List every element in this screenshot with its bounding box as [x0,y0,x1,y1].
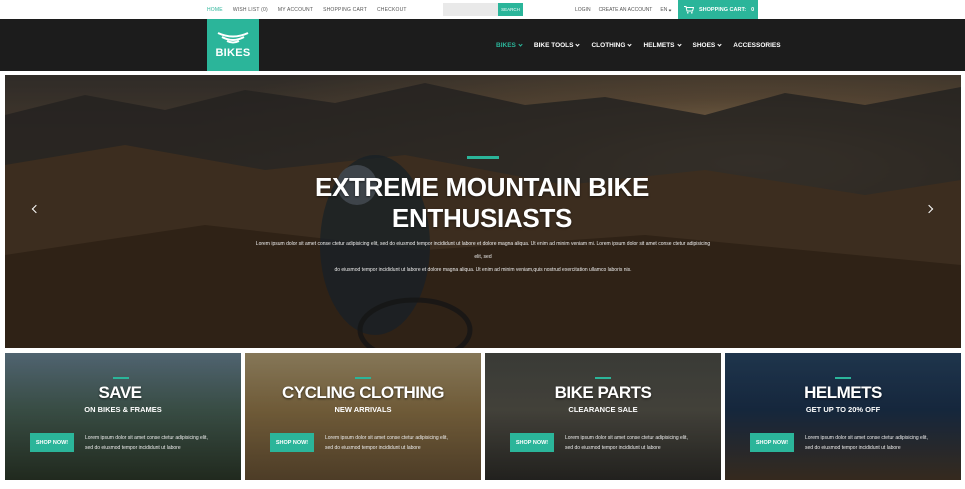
create-account-link[interactable]: CREATE AN ACCOUNT [599,7,653,13]
banner-description: Lorem ipsum dolor sit amet conse ctetur … [85,433,215,453]
banner-desc-line1: Lorem ipsum dolor sit amet conse ctetur … [565,435,688,441]
login-link[interactable]: LOGIN [575,7,591,13]
banner-title: BIKE PARTS [554,383,652,402]
cart-count: 0 [751,6,755,13]
search-form: SEARCH [443,3,523,16]
chevron-down-icon [575,41,581,47]
top-links: HOME WISH LIST (0) MY ACCOUNT SHOPPING C… [207,0,407,19]
nav-clothing[interactable]: CLOTHING [591,41,633,49]
nav-bikes[interactable]: BIKES [496,41,523,49]
banner-cycling-clothing[interactable]: CYCLING CLOTHING NEW ARRIVALS SHOP NOW! … [245,353,481,480]
banner-desc-line2: sed do eiusmod tempor incididunt ut labo… [565,445,661,451]
banner-overlay [245,353,481,480]
search-button[interactable]: SEARCH [498,3,523,16]
hero-desc-line2: do eiusmod tempor incididunt ut labore e… [334,267,632,273]
logo[interactable]: BIKES [207,19,259,71]
shop-now-button[interactable]: SHOP NOW! [270,433,314,452]
banner-overlay [485,353,721,480]
logo-text: BIKES [215,47,251,59]
page: HOME WISH LIST (0) MY ACCOUNT SHOPPING C… [0,0,965,489]
shopping-cart-button[interactable]: SHOPPING CART: 0 [678,0,758,19]
hero-desc-line1: Lorem ipsum dolor sit amet conse ctetur … [255,241,711,260]
nav-label: SHOES [692,41,716,49]
shop-now-button[interactable]: SHOP NOW! [30,433,74,452]
shopping-cart-icon [684,5,694,14]
banner-accent-line [113,377,129,379]
nav-label: BIKE TOOLS [533,41,574,49]
banner-title: CYCLING CLOTHING [282,383,445,402]
banner-accent-line [595,377,611,379]
banner-accent-line [835,377,851,379]
hero-slider: EXTREME MOUNTAIN BIKE ENTHUSIASTS Lorem … [5,75,961,348]
banner-title: SAVE [98,383,142,402]
link-my-account[interactable]: MY ACCOUNT [278,7,313,13]
banner-overlay [725,353,961,480]
language-select[interactable]: EN [660,6,672,13]
chevron-down-icon [668,8,672,11]
hero-title-line2: ENTHUSIASTS [391,203,573,233]
banner-desc-line1: Lorem ipsum dolor sit amet conse ctetur … [325,435,448,441]
banner-desc-line1: Lorem ipsum dolor sit amet conse ctetur … [805,435,928,441]
nav-accessories[interactable]: ACCESSORIES [733,42,780,49]
banner-bike-parts[interactable]: BIKE PARTS CLEARANCE SALE SHOP NOW! Lore… [485,353,721,480]
chevron-down-icon [717,41,722,47]
chevron-down-icon [627,41,633,47]
nav-bike-tools[interactable]: BIKE TOOLS [533,41,581,49]
nav-label: ACCESSORIES [733,41,781,49]
chevron-down-icon [676,41,682,47]
nav-label: CLOTHING [591,41,626,49]
banner-overlay [5,353,241,480]
banner-save[interactable]: SAVE ON BIKES & FRAMES SHOP NOW! Lorem i… [5,353,241,480]
banner-subtitle: ON BIKES & FRAMES [84,405,162,414]
banner-desc-line2: sed do eiusmod tempor incididunt ut labo… [85,445,181,451]
banner-desc-line2: sed do eiusmod tempor incididunt ut labo… [325,445,421,451]
banner-description: Lorem ipsum dolor sit amet conse ctetur … [565,433,695,453]
nav-label: HELMETS [643,41,675,49]
nav-shoes[interactable]: SHOES [693,42,722,49]
nav-label: BIKES [496,41,516,49]
shop-now-button[interactable]: SHOP NOW! [510,433,554,452]
main-header: BIKES BIKES BIKE TOOLS CLOTHING HELMETS … [0,19,965,71]
language-value: EN [660,6,668,13]
hero-title: EXTREME MOUNTAIN BIKE ENTHUSIASTS [282,172,682,234]
link-shopping-cart[interactable]: SHOPPING CART [323,7,367,13]
top-bar: HOME WISH LIST (0) MY ACCOUNT SHOPPING C… [0,0,965,19]
banner-desc-line2: sed do eiusmod tempor incididunt ut labo… [805,445,901,451]
hero-title-line1: EXTREME MOUNTAIN BIKE [314,172,650,202]
link-wish-list[interactable]: WISH LIST (0) [233,7,268,13]
banner-accent-line [355,377,371,379]
banner-description: Lorem ipsum dolor sit amet conse ctetur … [805,433,935,453]
nav-helmets[interactable]: HELMETS [643,41,682,49]
shop-now-button[interactable]: SHOP NOW! [750,433,794,452]
banner-description: Lorem ipsum dolor sit amet conse ctetur … [325,433,455,453]
banner-desc-line1: Lorem ipsum dolor sit amet conse ctetur … [85,435,208,441]
banner-subtitle: NEW ARRIVALS [334,405,392,414]
chevron-down-icon [518,41,523,47]
main-nav: BIKES BIKE TOOLS CLOTHING HELMETS SHOES … [496,19,781,71]
banner-subtitle: CLEARANCE SALE [568,405,638,414]
banner-helmets[interactable]: HELMETS GET UP TO 20% OFF SHOP NOW! Lore… [725,353,961,480]
banner-title: HELMETS [804,383,882,402]
bike-logo-icon [217,32,249,44]
hero-description: Lorem ipsum dolor sit amet conse ctetur … [253,238,713,277]
cart-label: SHOPPING CART: [699,6,747,13]
banner-subtitle: GET UP TO 20% OFF [805,405,881,414]
account-links: LOGIN CREATE AN ACCOUNT EN $ [575,0,686,19]
link-home[interactable]: HOME [207,7,223,13]
search-input[interactable] [443,3,498,16]
hero-accent-line [467,156,499,159]
link-checkout[interactable]: CHECKOUT [377,7,407,13]
